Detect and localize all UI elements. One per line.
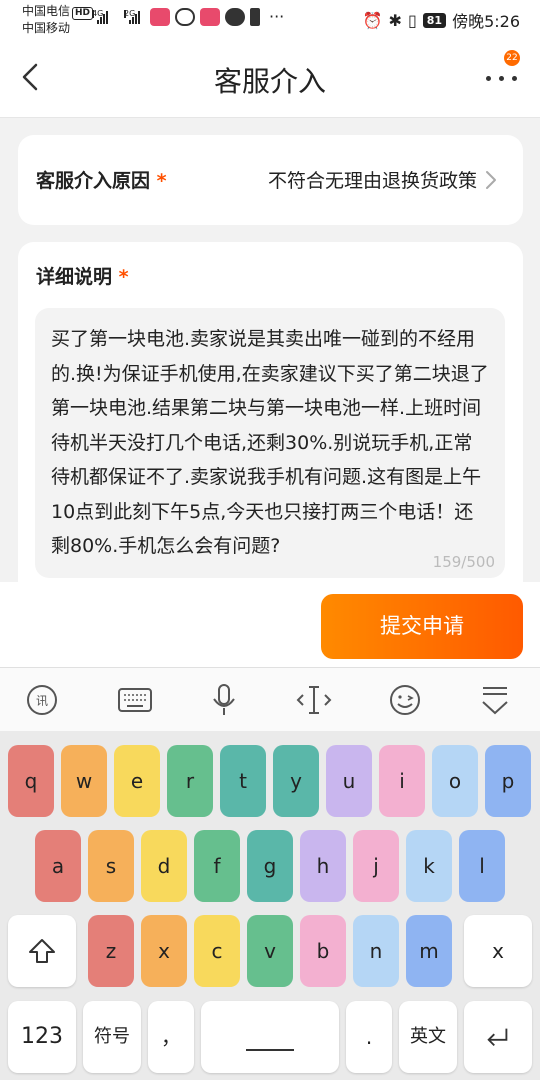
battery-saver-icon [250,8,260,26]
key-q[interactable]: q [8,745,54,817]
notification-badge: 22 [504,50,520,66]
status-right: ⏰ ✱ ▯ 81 傍晚5:26 [363,8,520,32]
signal-icon-1: 4G [92,10,108,24]
key-b[interactable]: b [300,915,346,987]
key-v[interactable]: v [247,915,293,987]
carrier-1: 中国电信 [22,4,71,18]
page-title: 客服介入 [213,65,326,98]
message-icon [225,8,245,26]
bluetooth-icon: ✱ [388,10,402,30]
hd-badge: HD [72,7,94,20]
details-label: 详细说明 * [36,266,129,288]
details-card: 详细说明 * 买了第一块电池.卖家说是其卖出唯一碰到的不经用的.换!为保证手机使… [18,242,523,602]
key-j[interactable]: j [353,830,399,902]
more-menu-button[interactable] [482,68,522,88]
chevron-right-icon [486,171,496,189]
vibrate-icon: ▯ [407,10,417,30]
status-bar: 中国电信 HD 中国移动 4G 2G ··· ⏰ ✱ ▯ 81 傍晚5:26 [0,0,540,38]
key-s[interactable]: s [88,830,134,902]
key-x[interactable]: x [141,915,187,987]
key-i[interactable]: i [379,745,425,817]
numbers-key[interactable]: 123 [8,1001,76,1073]
key-a[interactable]: a [35,830,81,902]
microphone-icon[interactable] [204,682,244,718]
delete-key[interactable]: x [464,915,532,987]
comma-key[interactable]: ， [148,1001,194,1073]
key-f[interactable]: f [194,830,240,902]
alarm-icon: ⏰ [362,10,383,30]
battery-icon: 81 [422,12,447,28]
keyboard-icon[interactable] [115,682,155,718]
app-notification-icon [150,8,170,26]
period-key[interactable]: . [346,1001,392,1073]
enter-arrow-icon [487,1028,508,1047]
char-counter: 159/500 [432,553,495,571]
hide-keyboard-icon[interactable] [475,682,515,718]
app-notification-icon [200,8,220,26]
ifly-logo-icon[interactable]: 讯 [22,682,62,718]
space-key[interactable] [201,1001,339,1073]
reason-selector[interactable]: 客服介入原因 * 不符合无理由退换货政策 [18,135,523,225]
key-p[interactable]: p [485,745,531,817]
key-e[interactable]: e [114,745,160,817]
key-y[interactable]: y [273,745,319,817]
signal-icon-2: 2G [124,10,140,24]
clock: 傍晚5:26 [452,12,520,31]
header: 客服介入 22 [0,38,540,118]
key-d[interactable]: d [141,830,187,902]
notification-icons: ··· [150,8,284,26]
emoji-icon[interactable] [385,682,425,718]
shift-key[interactable] [8,915,76,987]
ime-toolbar: 讯 [0,667,540,731]
key-n[interactable]: n [353,915,399,987]
shift-arrow-icon [29,939,55,963]
carrier-2: 中国移动 [22,21,71,35]
key-h[interactable]: h [300,830,346,902]
key-r[interactable]: r [167,745,213,817]
reason-label: 客服介入原因 * [36,170,167,192]
key-l[interactable]: l [459,830,505,902]
key-t[interactable]: t [220,745,266,817]
details-textarea[interactable]: 买了第一块电池.卖家说是其卖出唯一碰到的不经用的.换!为保证手机使用,在卖家建议… [35,308,505,578]
reason-value: 不符合无理由退换货政策 [267,170,477,192]
svg-text:讯: 讯 [36,694,48,708]
key-c[interactable]: c [194,915,240,987]
key-o[interactable]: o [432,745,478,817]
wechat-icon [175,8,195,26]
key-u[interactable]: u [326,745,372,817]
space-bar-icon [246,1049,294,1051]
cursor-icon[interactable] [294,682,334,718]
symbols-key[interactable]: 符号 [83,1001,141,1073]
key-w[interactable]: w [61,745,107,817]
key-m[interactable]: m [406,915,452,987]
keyboard: q w e r t y u i o p a s d f g h j k l z … [0,731,540,1080]
key-z[interactable]: z [88,915,134,987]
required-mark: * [118,266,129,288]
enter-key[interactable] [464,1001,532,1073]
submit-button[interactable]: 提交申请 [321,594,523,659]
carrier-info: 中国电信 HD 中国移动 [22,3,94,36]
submit-bar: 提交申请 [0,582,540,667]
key-g[interactable]: g [247,830,293,902]
more-notifications-icon: ··· [269,7,285,26]
language-key[interactable]: 英文 [399,1001,457,1073]
key-k[interactable]: k [406,830,452,902]
required-mark: * [156,170,167,192]
